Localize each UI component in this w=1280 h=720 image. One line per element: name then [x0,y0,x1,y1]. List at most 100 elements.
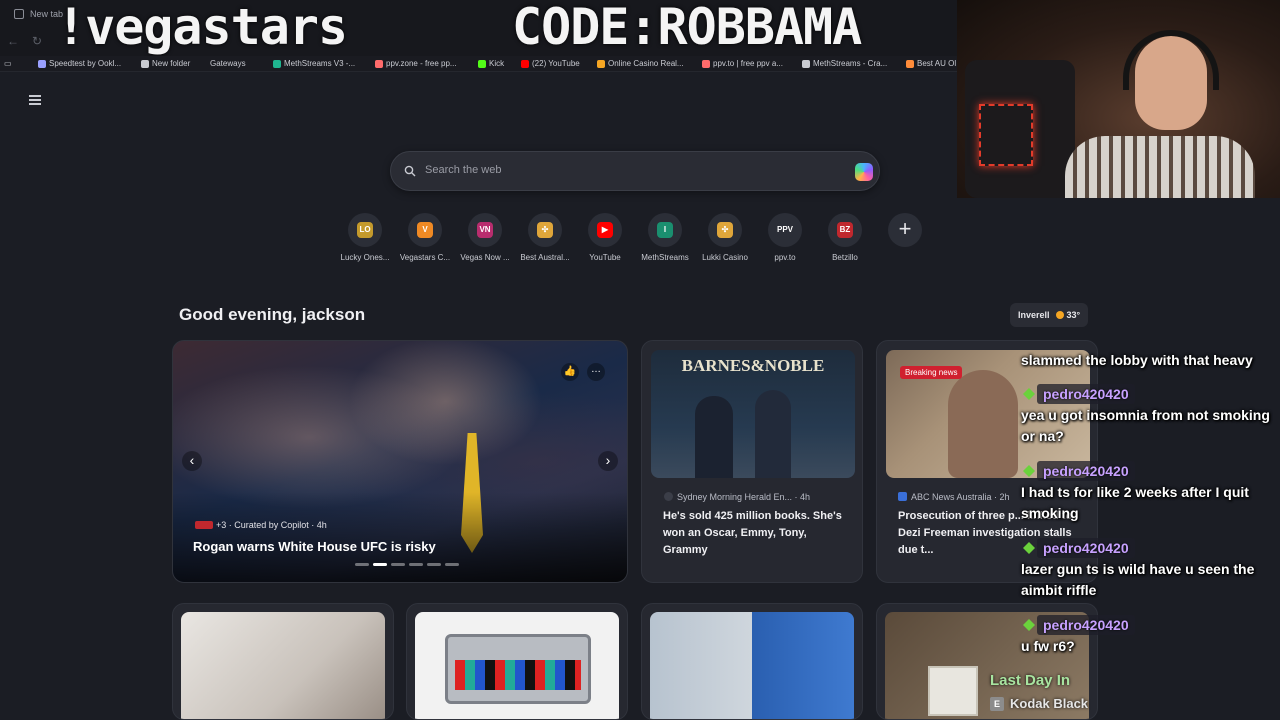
refresh-icon[interactable]: ↻ [30,34,44,48]
carousel-prev-icon[interactable]: ‹ [182,451,202,471]
search-input[interactable]: Search the web [425,164,501,176]
casino-icon [597,60,605,68]
folder-icon [141,60,149,68]
shortcut-icon: LO [348,213,382,247]
news-image-text: BARNES&NOBLE [681,356,825,375]
chat-username: pedro420420 [1037,384,1135,404]
bookmark-label: Best AU Ol [917,59,957,68]
news-title[interactable]: He's sold 425 million books. She's won a… [663,508,853,559]
shortcut-glyph-icon: BZ [837,222,853,238]
now-playing-artist: Kodak Black [1010,696,1089,711]
search-box[interactable]: Search the web [390,151,880,191]
chat-badge-icon [1023,388,1035,400]
weather-temp: 33° [1066,310,1081,320]
speedtest-icon [38,60,46,68]
methstreams-icon [273,60,281,68]
shortcut-glyph-icon: VN [477,222,493,238]
carousel-dot[interactable] [427,563,441,566]
bookmark-item[interactable]: Best AU Ol [906,58,956,70]
shortcut-tile[interactable]: ✣ Lukki Casino [695,213,755,262]
shortcut-icon: PPV [768,213,802,247]
shortcut-label: ppv.to [774,253,796,262]
bookmark-label: Gateways [210,59,246,68]
search-icon [404,165,416,177]
carousel-next-icon[interactable]: › [598,451,618,471]
news-card[interactable] [641,603,863,720]
shortcut-label: Best Austral... [520,253,570,262]
weather-badge[interactable]: Inverell 33° [1010,303,1089,327]
shortcut-tile[interactable]: ▶ YouTube [575,213,635,262]
shortcut-icon: I [648,213,682,247]
headset [1123,30,1219,90]
hero-news-card[interactable]: 👍 … ‹ › +3 · Curated by Copilot · 4h Rog… [172,340,628,583]
greeting: Good evening, jackson [179,305,366,324]
news-card[interactable] [406,603,628,720]
now-playing-song: Last Day In [990,672,1071,689]
add-shortcut-button[interactable]: + [888,213,922,247]
stream-chat-overlay: slammed the lobby with that heavy pedro4… [1015,346,1277,658]
bookmark-item[interactable]: Online Casino Real... [597,58,684,70]
bookmark-item[interactable]: (22) YouTube [521,58,580,70]
bookmark-item[interactable]: Speedtest by Ookl... [38,58,121,70]
news-image: BARNES&NOBLE [651,350,855,478]
copilot-icon[interactable] [855,163,873,181]
shortcut-tile[interactable]: PPV ppv.to [755,213,815,262]
hero-meta: +3 · Curated by Copilot · 4h [195,520,327,530]
shortcut-tile[interactable]: LO Lucky Ones... [335,213,395,262]
youtube-icon [521,60,529,68]
shortcut-icon: ✣ [708,213,742,247]
carousel-indicator [355,553,463,571]
bookmark-label: MethStreams - Cra... [813,59,888,68]
hero-title[interactable]: Rogan warns White House UFC is risky [193,539,436,554]
bookmark-item[interactable]: ppv.zone - free pp... [375,58,457,70]
carousel-dot[interactable] [355,563,369,566]
shortcut-label: YouTube [589,253,621,262]
shortcut-tile[interactable]: V Vegastars C... [395,213,455,262]
carousel-dot[interactable] [373,563,387,566]
news-image [650,612,854,719]
shortcut-glyph-icon: ✣ [537,222,553,238]
chat-message: u fw r6? [1021,638,1075,654]
chat-badge-icon [1023,542,1035,554]
news-image [415,612,619,719]
new-tab-icon [14,9,24,19]
bookmark-item[interactable]: New folder [141,58,190,70]
shortcut-glyph-icon: V [417,222,433,238]
back-arrow-icon[interactable]: ← [6,34,20,48]
bookmark-item[interactable]: MethStreams V3 -... [273,58,355,70]
menu-icon[interactable] [29,95,41,105]
carousel-dot[interactable] [391,563,405,566]
publisher-icon [664,492,673,501]
bookmark-item[interactable]: Kick [478,58,504,70]
shortcut-tile[interactable]: BZ Betzillo [815,213,875,262]
ppv-zone-icon [375,60,383,68]
abc-logo-icon [898,492,907,501]
carousel-dot[interactable] [445,563,459,566]
globe-icon [802,60,810,68]
shortcut-tile[interactable]: ✣ Best Austral... [515,213,575,262]
bookmark-item[interactable]: Gateways [210,58,246,70]
bookmark-label: ppv.zone - free pp... [386,59,457,68]
kick-icon [478,60,486,68]
chat-message: yea u got insomnia from not smoking or n… [1021,407,1270,444]
chat-username: pedro420420 [1037,538,1135,558]
news-card[interactable] [172,603,394,720]
carousel-dot[interactable] [409,563,423,566]
news-card[interactable]: BARNES&NOBLE Sydney Morning Herald En...… [641,340,863,583]
weather-location: Inverell [1018,310,1050,320]
shortcut-tile[interactable]: VN Vegas Now ... [455,213,515,262]
thumbs-up-icon[interactable]: 👍 [561,363,579,381]
shortcut-tile[interactable]: I MethStreams [635,213,695,262]
news-source: Sydney Morning Herald En... · 4h [664,492,810,502]
chat-badge-icon [1023,465,1035,477]
chat-username: pedro420420 [1037,615,1135,635]
more-options-icon[interactable]: … [587,363,605,381]
shortcut-glyph-icon: I [657,222,673,238]
bookmark-item[interactable]: ppv.to | free ppv a... [702,58,783,70]
collections-icon[interactable]: ▭ [4,58,12,70]
bookmark-item[interactable]: MethStreams - Cra... [802,58,887,70]
shortcut-glyph-icon: LO [357,222,373,238]
chat-message: lazer gun ts is wild have u seen the aim… [1021,561,1255,598]
shortcut-glyph-icon: PPV [777,222,793,238]
casino-icon [906,60,914,68]
